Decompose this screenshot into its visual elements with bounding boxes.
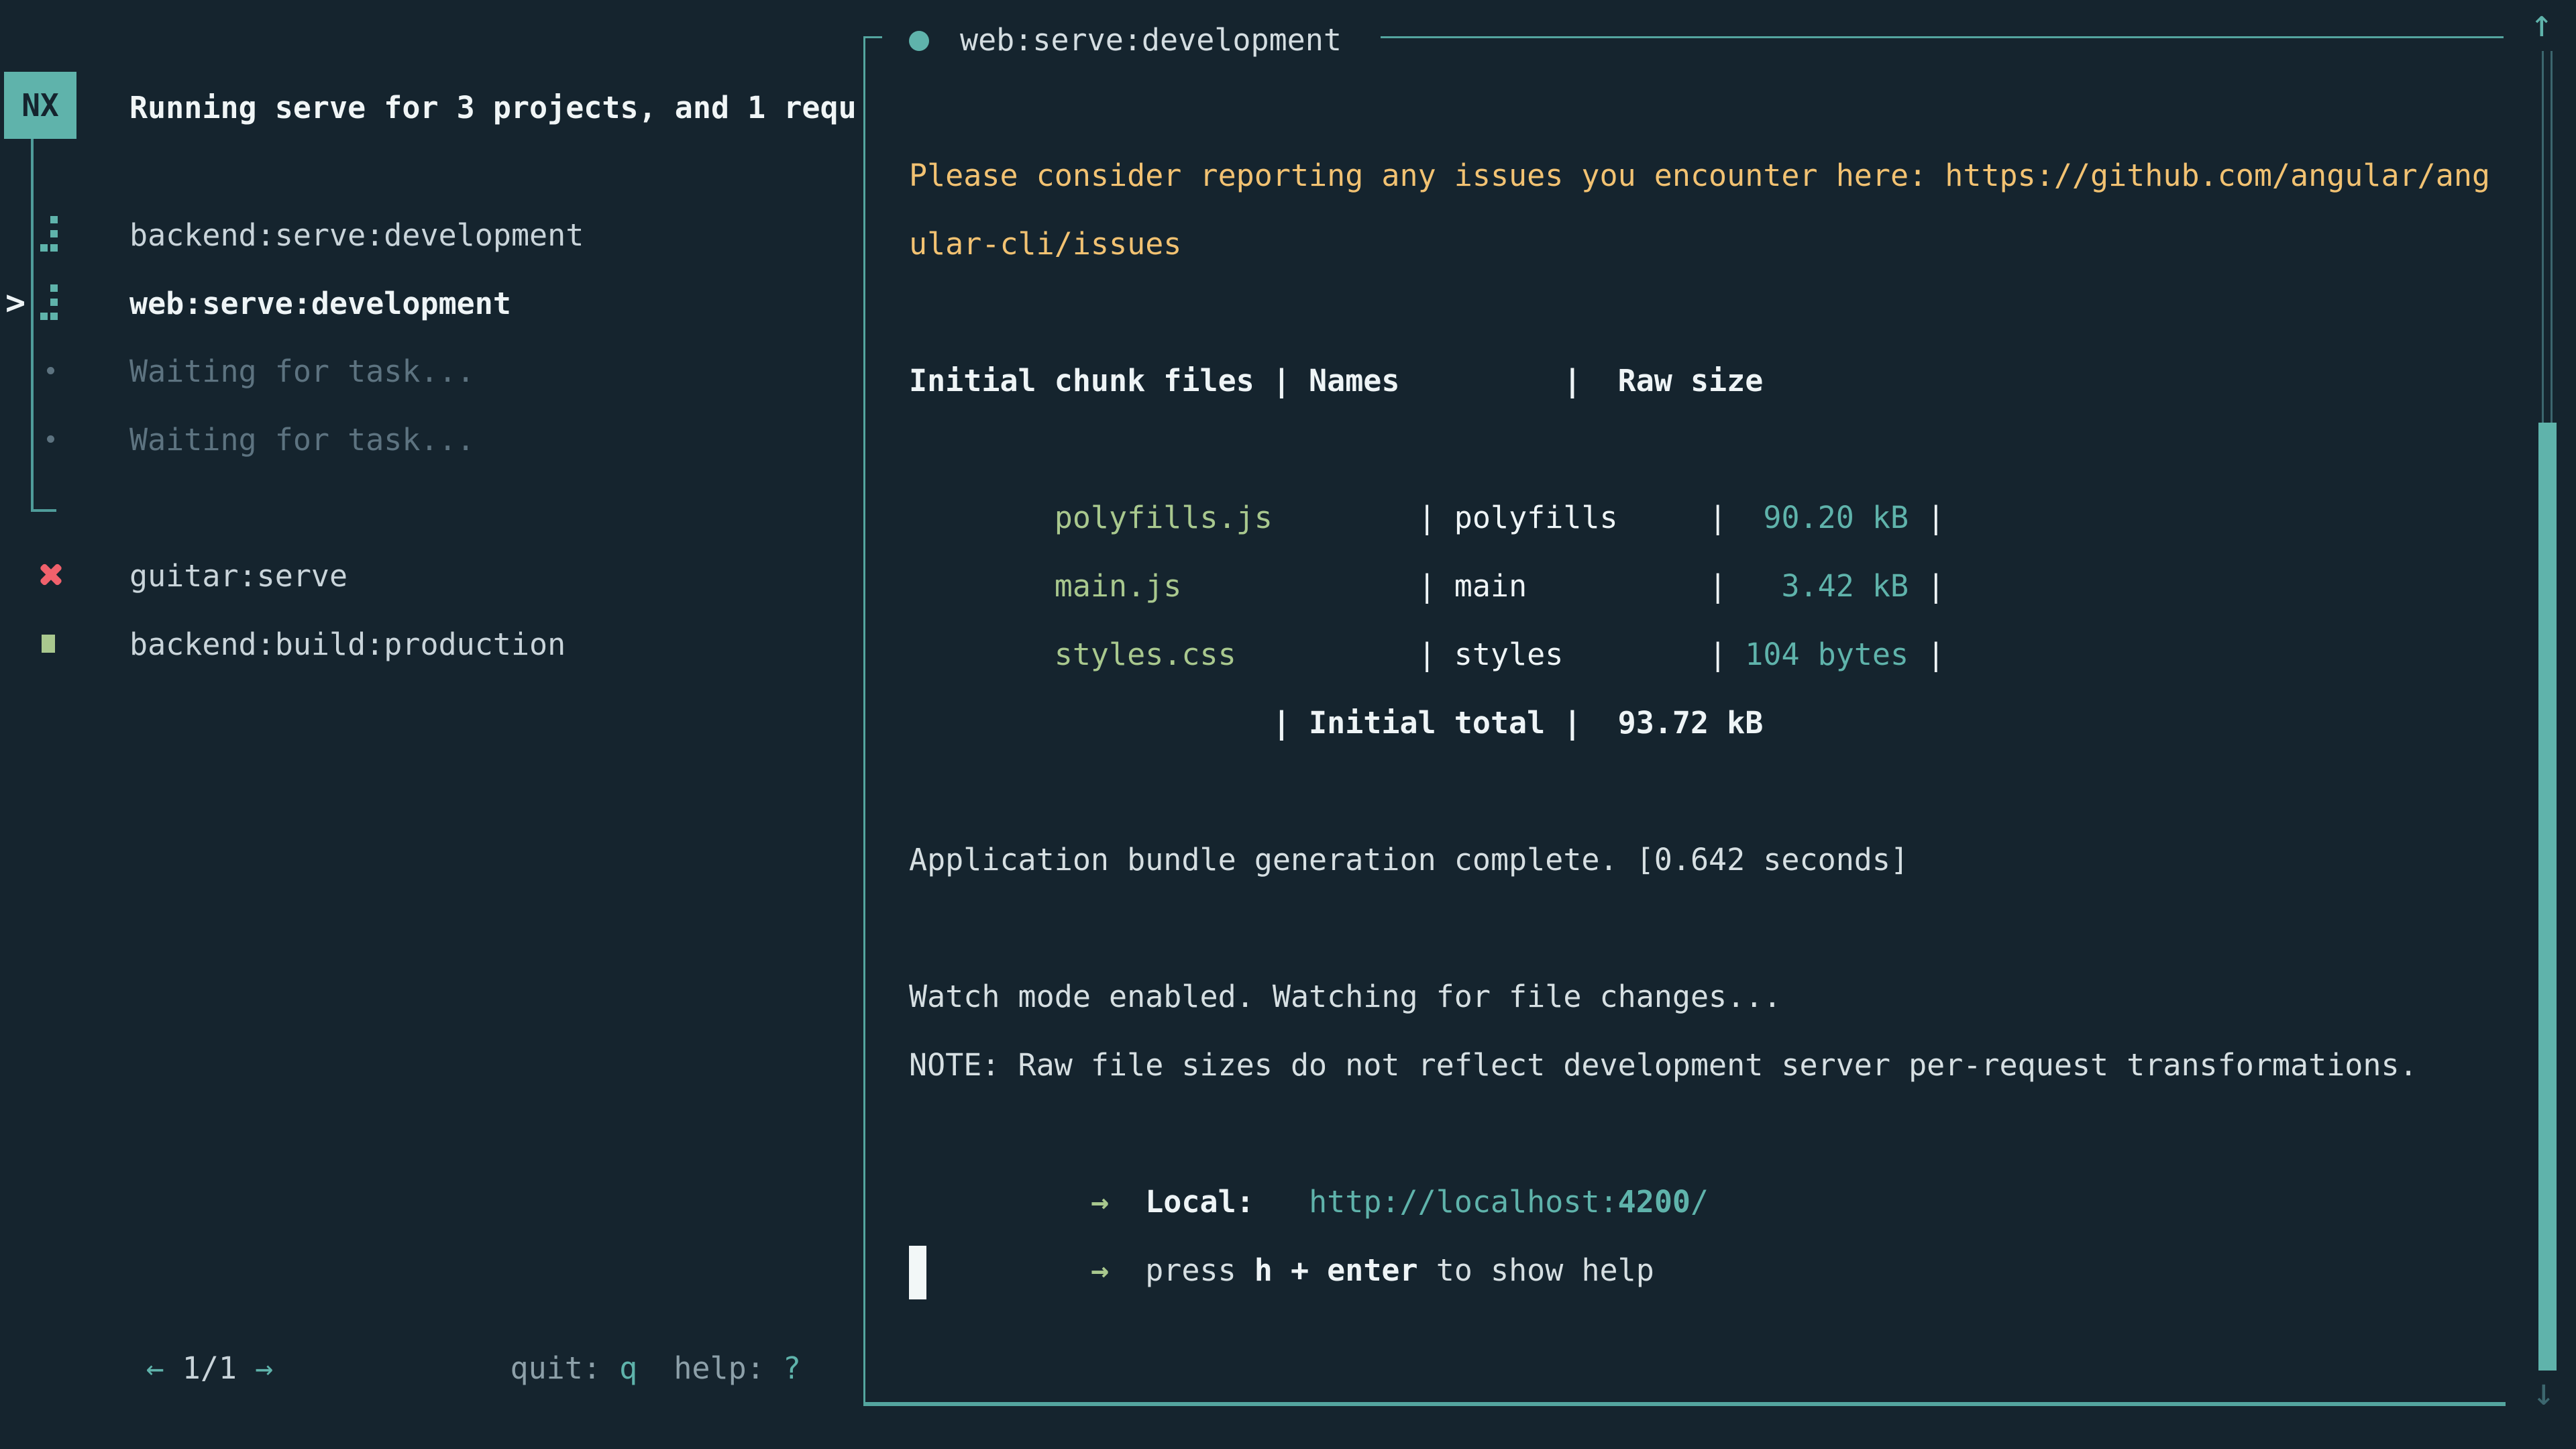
task-row-guitar-serve[interactable]: guitar:serve	[0, 551, 863, 600]
chunk-file-name: main.js	[1055, 568, 1400, 604]
indent	[1254, 1184, 1309, 1220]
quit-key: q	[619, 1350, 637, 1386]
table-separator: | styles |	[1400, 637, 1727, 672]
keyboard-shortcuts: quit: q help: ?	[401, 1315, 801, 1421]
blank-line	[909, 894, 2490, 963]
panel-border-top	[1381, 36, 2504, 38]
spinner-icon	[40, 216, 59, 252]
page-title: Running serve for 3 projects, and 1 requ	[129, 90, 857, 125]
indent	[1109, 1184, 1145, 1220]
selected-chevron-icon: >	[5, 283, 25, 322]
table-header: Initial chunk files | Names | Raw size	[909, 363, 1763, 398]
waiting-dot-icon	[47, 435, 54, 443]
quit-label: quit:	[511, 1350, 620, 1386]
initial-total: | Initial total | 93.72 kB	[909, 705, 1763, 741]
chunk-file-name: styles.css	[1055, 637, 1400, 672]
task-label: web:serve:development	[129, 286, 511, 321]
blank-line	[909, 757, 2490, 826]
hint-text: to show help	[1418, 1252, 1654, 1288]
terminal-cursor	[909, 1246, 926, 1299]
task-row-backend-serve-development[interactable]: backend:serve:development	[0, 211, 863, 259]
scrollbar-down-arrow-icon[interactable]: ↓	[2532, 1373, 2555, 1413]
page-right-arrow[interactable]: →	[255, 1350, 273, 1386]
scrollbar-thumb[interactable]	[2538, 423, 2557, 1371]
raw-size-value: 104 bytes	[1727, 637, 1909, 672]
hint-keys: h + enter	[1254, 1252, 1418, 1288]
scrollbar-up-arrow-icon[interactable]: ↑	[2530, 4, 2553, 44]
task-row-waiting-2[interactable]: Waiting for task...	[0, 415, 863, 464]
warning-text: ular-cli/issues	[909, 226, 1181, 262]
arrow-icon: →	[1091, 1252, 1109, 1288]
output-line-local-url: → Local: http://localhost:4200/	[909, 1099, 2490, 1168]
panel-border-bottom	[863, 1402, 2506, 1406]
output-line-note: NOTE: Raw file sizes do not reflect deve…	[909, 1031, 2490, 1099]
task-row-backend-build-production[interactable]: backend:build:production	[0, 620, 863, 668]
panel-border-top-corner	[863, 36, 882, 38]
localhost-link[interactable]: http://localhost:	[1309, 1184, 1618, 1220]
status-text: Watch mode enabled. Watching for file ch…	[909, 979, 1781, 1014]
indent	[1055, 1252, 1091, 1288]
table-row: polyfills.js | polyfills | 90.20 kB |	[909, 415, 2490, 484]
spinner-icon	[40, 284, 59, 321]
indent	[1055, 1184, 1091, 1220]
help-key: ?	[783, 1350, 801, 1386]
hint-text: press	[1145, 1252, 1254, 1288]
waiting-dot-icon	[47, 367, 54, 374]
pagination: ← 1/1 →	[37, 1315, 273, 1421]
nx-logo: NX	[4, 72, 76, 139]
sidebar: NX Running serve for 3 projects, and 1 r…	[0, 0, 863, 1449]
success-square-icon	[42, 635, 55, 653]
task-row-waiting-1[interactable]: Waiting for task...	[0, 347, 863, 395]
table-separator: |	[1909, 637, 1945, 672]
status-text: Application bundle generation complete. …	[909, 842, 1909, 877]
panel-border-left	[863, 36, 865, 1405]
local-label: Local:	[1145, 1184, 1254, 1220]
arrow-icon: →	[1091, 1184, 1109, 1220]
page-indicator: 1/1	[164, 1350, 255, 1386]
task-label: backend:serve:development	[129, 217, 584, 253]
raw-size-value: 3.42 kB	[1727, 568, 1909, 604]
table-total-row: | Initial total | 93.72 kB	[909, 689, 2490, 757]
table-separator: | polyfills |	[1400, 500, 1727, 535]
localhost-slash[interactable]: /	[1690, 1184, 1709, 1220]
table-separator: | main |	[1400, 568, 1727, 604]
note-text: NOTE: Raw file sizes do not reflect deve…	[909, 1047, 2418, 1083]
output-line-bundle-complete: Application bundle generation complete. …	[909, 826, 2490, 894]
task-row-web-serve-development[interactable]: > web:serve:development	[0, 279, 863, 327]
table-separator: |	[1909, 568, 1945, 604]
localhost-port[interactable]: 4200	[1618, 1184, 1690, 1220]
task-label: guitar:serve	[129, 558, 347, 594]
chunk-file-name: polyfills.js	[1055, 500, 1400, 535]
task-label: Waiting for task...	[129, 354, 475, 389]
raw-size-value: 90.20 kB	[1727, 500, 1909, 535]
task-label: backend:build:production	[129, 627, 566, 662]
output-line-issues-1: Please consider reporting any issues you…	[909, 142, 2490, 210]
help-label: help:	[637, 1350, 783, 1386]
indent	[1109, 1252, 1145, 1288]
output-line-watch-mode: Watch mode enabled. Watching for file ch…	[909, 963, 2490, 1031]
table-header-row: Initial chunk files | Names | Raw size	[909, 347, 2490, 415]
task-group-connector-corner	[31, 509, 56, 512]
table-separator: |	[1909, 500, 1945, 535]
running-dot-icon	[909, 31, 929, 51]
blank-line	[909, 278, 2490, 347]
warning-text: Please consider reporting any issues you…	[909, 158, 2490, 193]
terminal-output: Please consider reporting any issues you…	[909, 142, 2490, 1305]
failed-cross-icon	[38, 561, 64, 588]
panel-title-text: web:serve:development	[960, 22, 1342, 58]
task-label: Waiting for task...	[129, 422, 475, 458]
scrollbar-track[interactable]	[2542, 51, 2553, 423]
output-line-issues-2: ular-cli/issues	[909, 210, 2490, 278]
page-left-arrow[interactable]: ←	[146, 1350, 164, 1386]
